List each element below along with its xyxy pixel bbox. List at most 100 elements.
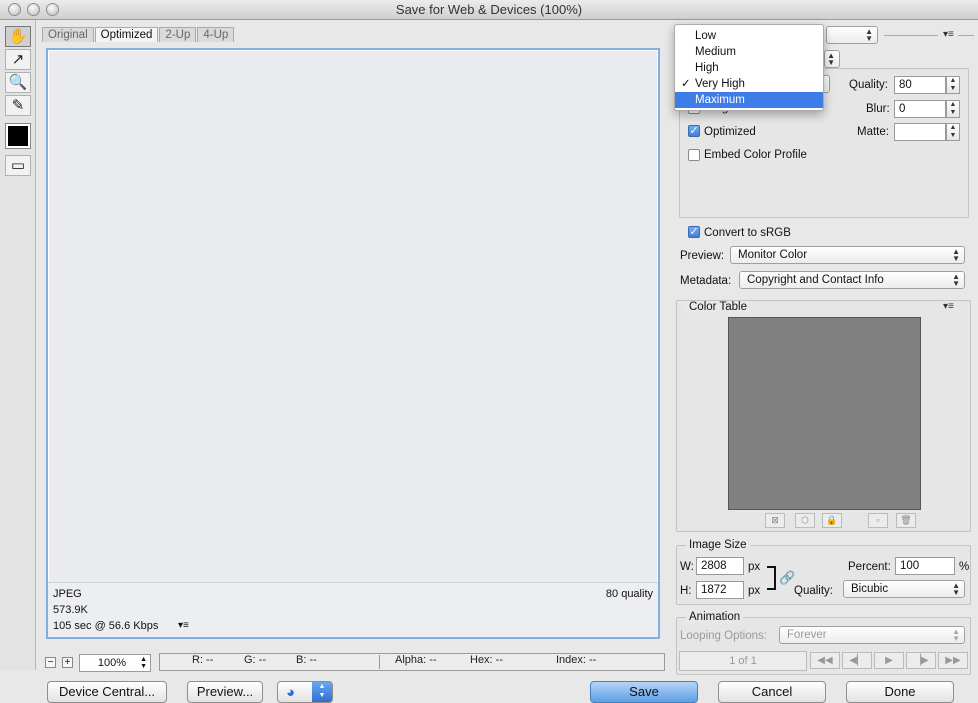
trash-icon[interactable]: 🗑 (896, 513, 916, 528)
tab-4up[interactable]: 4-Up (197, 27, 235, 42)
title-bar: Save for Web & Devices (100%) (0, 0, 978, 20)
link-chain-icon[interactable]: 🔗 (779, 570, 795, 586)
preview-mode-label: Preview: (680, 250, 725, 262)
browser-icon: ◕ (286, 684, 296, 701)
menu-item-medium[interactable]: Medium (675, 44, 823, 60)
menu-item-high[interactable]: High (675, 60, 823, 76)
window-title: Save for Web & Devices (100%) (395, 2, 583, 17)
tab-2up[interactable]: 2-Up (159, 27, 197, 42)
preset-divider-right (958, 35, 974, 36)
resample-quality-select[interactable]: Bicubic ▲ ▼ (843, 580, 965, 598)
view-tabs: Original Optimized 2-Up 4-Up (42, 27, 235, 42)
looping-options-label: Looping Options: (680, 630, 767, 642)
zoom-level-value: 100% (97, 657, 126, 669)
menu-item-maximum[interactable]: Maximum (675, 92, 823, 108)
height-unit: px (748, 585, 761, 597)
metadata-label: Metadata: (680, 275, 732, 287)
optimize-menu-icon[interactable]: ▾≡ (943, 29, 954, 40)
next-frame-icon[interactable]: ▕▶ (906, 652, 936, 669)
color-table-menu-icon[interactable]: ▾≡ (943, 301, 954, 312)
looping-options-select[interactable]: Forever ▲ ▼ (779, 626, 965, 644)
slice-select-tool-icon[interactable]: ↗ (5, 49, 31, 70)
matte-spin-icon[interactable]: ▲ ▼ (946, 123, 960, 141)
chevron-updown-icon: ▲ ▼ (140, 656, 147, 670)
readout-divider (379, 655, 380, 669)
animation-title: Animation (686, 611, 744, 623)
eyedropper-tool-icon[interactable]: ✎ (5, 95, 31, 116)
height-input[interactable]: 1872 (696, 581, 744, 599)
matte-label: Matte: (857, 126, 889, 138)
width-input[interactable]: 2808 (696, 557, 744, 575)
preview-mode-value: Monitor Color (738, 249, 808, 261)
resample-quality-value: Bicubic (851, 583, 889, 595)
readout-r: R: -- (192, 654, 214, 666)
embed-color-profile-label: Embed Color Profile (704, 149, 807, 161)
play-icon[interactable]: ▶ (874, 652, 904, 669)
new-color-icon[interactable]: ▫ (868, 513, 888, 528)
resample-quality-label: Quality: (794, 585, 833, 597)
download-speed-menu-icon[interactable]: ▾≡ (178, 620, 189, 631)
previous-frame-icon[interactable]: ◀▏ (842, 652, 872, 669)
tab-original[interactable]: Original (42, 27, 94, 42)
hand-tool-icon[interactable]: ✋ (5, 26, 31, 47)
quality-input[interactable]: 80 (894, 76, 946, 94)
format-select[interactable]: ▲ ▼ (824, 50, 840, 68)
preset-divider (884, 35, 938, 36)
chevron-updown-icon: ▲ ▼ (312, 682, 332, 702)
frame-counter: 1 of 1 (679, 651, 807, 671)
menu-item-medium-label: Medium (695, 46, 736, 58)
preview-mode-select[interactable]: Monitor Color ▲ ▼ (730, 246, 965, 264)
menu-item-very-high-label: Very High (695, 78, 745, 90)
preview-info: JPEG 573.9K 105 sec @ 56.6 Kbps ▾≡ 80 qu… (48, 582, 658, 637)
quality-dropdown-menu: Low Medium High ✓ Very High Maximum (674, 24, 824, 111)
menu-item-very-high[interactable]: ✓ Very High (675, 76, 823, 92)
looping-options-value: Forever (787, 629, 827, 641)
quality-spin-icon[interactable]: ▲ ▼ (946, 76, 960, 94)
color-table-swatch (728, 317, 921, 510)
checkmark-icon: ✓ (681, 78, 691, 90)
blur-label: Blur: (866, 103, 890, 115)
preview-format: JPEG (53, 588, 82, 600)
preview-quality: 80 quality (605, 588, 653, 600)
tab-optimized[interactable]: Optimized (94, 27, 159, 42)
eyedropper-color-swatch[interactable] (5, 123, 31, 149)
percent-input[interactable]: 100 (895, 557, 955, 575)
readout-hex: Hex: -- (470, 654, 503, 666)
optimized-checkbox[interactable]: ✓ (688, 125, 700, 137)
convert-srgb-checkbox[interactable]: ✓ (688, 226, 700, 238)
quality-label: Quality: (849, 79, 888, 91)
preview-download-time: 105 sec @ 56.6 Kbps (53, 620, 159, 632)
zoom-level-select[interactable]: 100% ▲ ▼ (79, 654, 151, 672)
metadata-select[interactable]: Copyright and Contact Info ▲ ▼ (739, 271, 965, 289)
percent-label: Percent: (848, 561, 891, 573)
menu-item-low-label: Low (695, 30, 717, 42)
toggle-slices-icon[interactable]: ▭ (5, 155, 31, 176)
map-transparent-icon[interactable]: ⊠ (765, 513, 785, 528)
width-unit: px (748, 561, 761, 573)
menu-item-low[interactable]: Low (675, 28, 823, 44)
blur-input[interactable]: 0 (894, 100, 946, 118)
readout-b: B: -- (296, 654, 317, 666)
readout-alpha: Alpha: -- (395, 654, 437, 666)
menu-item-maximum-label: Maximum (695, 94, 745, 106)
embed-color-profile-checkbox[interactable] (688, 149, 700, 161)
optimized-label: Optimized (704, 126, 756, 138)
preview-size: 573.9K (53, 604, 88, 616)
lock-color-icon[interactable]: 🔒 (822, 513, 842, 528)
color-table-title: Color Table (686, 301, 750, 313)
last-frame-icon[interactable]: ▶▶ (938, 652, 968, 669)
zoom-in-button[interactable]: + (62, 657, 73, 668)
zoom-out-button[interactable]: − (45, 657, 56, 668)
constrain-bracket (767, 566, 776, 590)
matte-color-field[interactable] (894, 123, 946, 141)
metadata-value: Copyright and Contact Info (747, 274, 884, 286)
width-label: W: (680, 561, 694, 573)
percent-unit: % (959, 561, 970, 573)
zoom-tool-icon[interactable]: 🔍 (5, 72, 31, 93)
preset-select[interactable]: ▲ ▼ (826, 26, 878, 44)
first-frame-icon[interactable]: ◀◀ (810, 652, 840, 669)
convert-srgb-label: Convert to sRGB (704, 227, 791, 239)
web-shift-icon[interactable]: ⬡ (795, 513, 815, 528)
image-preview[interactable]: JPEG 573.9K 105 sec @ 56.6 Kbps ▾≡ 80 qu… (46, 48, 660, 639)
blur-spin-icon[interactable]: ▲ ▼ (946, 100, 960, 118)
